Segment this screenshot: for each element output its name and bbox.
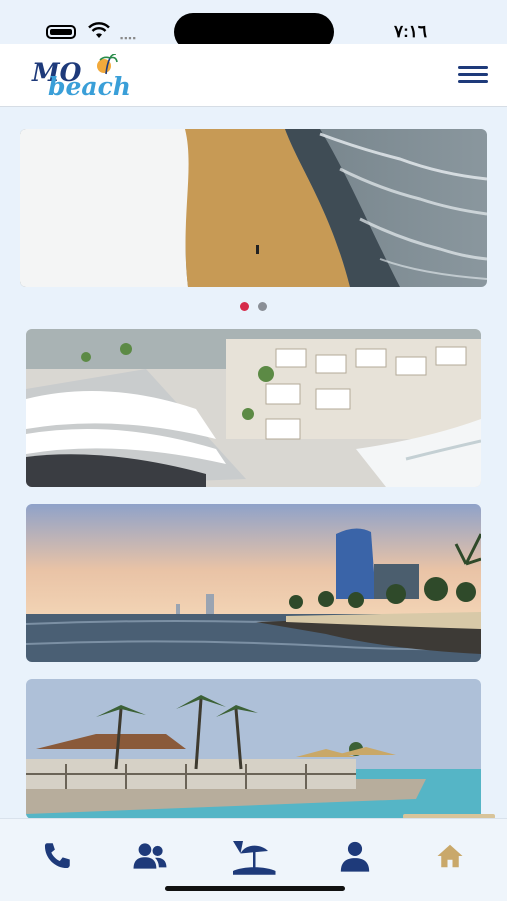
carousel-dot-active[interactable] [240, 302, 249, 311]
app-header: MO beach [0, 44, 507, 107]
resort-aerial-image [26, 329, 481, 487]
corniche-sunset-image [26, 504, 481, 662]
tab-contact[interactable] [27, 833, 87, 879]
beach-card-umbrellas[interactable] [26, 679, 481, 819]
tab-partners[interactable] [120, 833, 180, 879]
beach-card-corniche[interactable] [26, 504, 481, 662]
beach-aerial-image [20, 129, 487, 287]
status-time: ٧:١٦ [394, 22, 428, 41]
users-icon [133, 843, 167, 869]
tab-home[interactable] [420, 833, 480, 879]
beach-card-resort[interactable] [26, 329, 481, 487]
home-indicator [165, 886, 345, 891]
status-bar: ▪▪▪▪ ٧:١٦ [0, 0, 507, 51]
beach-umbrella-icon [233, 841, 276, 875]
phone-icon [44, 843, 70, 869]
beach-umbrellas-image [26, 679, 481, 819]
user-icon [340, 841, 370, 872]
hero-carousel-slide[interactable] [20, 129, 487, 287]
carousel-dot[interactable] [258, 302, 267, 311]
tab-profile[interactable] [325, 833, 385, 879]
wifi-icon [88, 22, 110, 38]
logo-text-beach: beach [48, 72, 131, 101]
battery-icon [46, 25, 76, 39]
logo-sun-palm-icon [97, 54, 118, 75]
home-icon [437, 844, 463, 868]
mo-beach-logo[interactable]: MO beach [30, 54, 131, 101]
carousel-pagination [240, 302, 270, 312]
tab-beaches[interactable] [223, 833, 283, 879]
cellular-signal-icon: ▪▪▪▪ [120, 33, 137, 43]
hamburger-menu-icon[interactable] [456, 62, 490, 90]
